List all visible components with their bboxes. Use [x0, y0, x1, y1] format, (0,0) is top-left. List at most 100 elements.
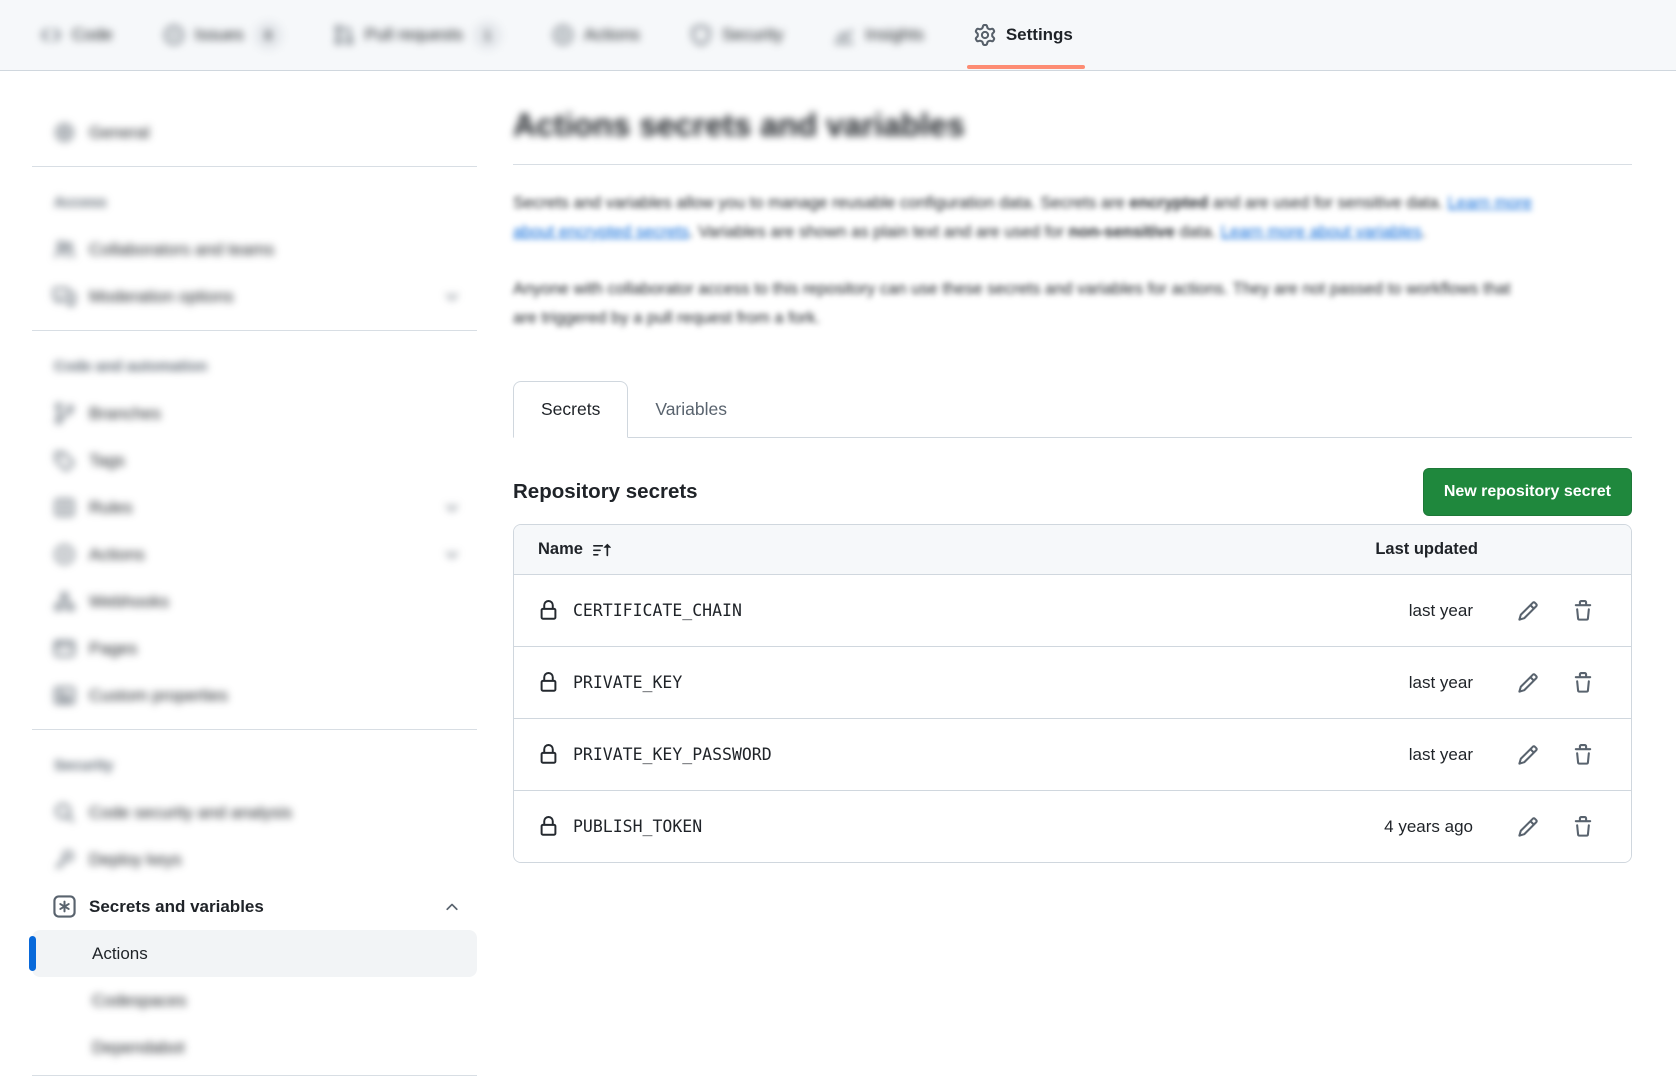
edit-secret-button[interactable] — [1517, 671, 1541, 695]
chevron-up-icon — [443, 898, 461, 916]
sidebar-item-label: Branches — [89, 404, 161, 424]
tab-secrets[interactable]: Secrets — [513, 381, 628, 438]
sidebar-item-deploy-keys[interactable]: Deploy keys — [32, 836, 477, 883]
secret-row: PRIVATE_KEY_PASSWORD last year — [514, 718, 1631, 790]
graph-icon — [833, 24, 855, 46]
secret-name: CERTIFICATE_CHAIN — [573, 601, 1343, 620]
sidebar-item-label: Secrets and variables — [89, 897, 264, 917]
webhook-icon — [53, 590, 76, 613]
tab-pull-requests[interactable]: Pull requests 1 — [333, 0, 502, 70]
description-paragraph-1: Secrets and variables allow you to manag… — [513, 189, 1553, 247]
secret-name: PRIVATE_KEY — [573, 673, 1343, 692]
tab-insights[interactable]: Insights — [833, 0, 924, 70]
issue-opened-icon — [163, 24, 185, 46]
secret-updated: last year — [1343, 673, 1473, 693]
tab-security[interactable]: Security — [690, 0, 783, 70]
secret-updated: 4 years ago — [1343, 817, 1473, 837]
sidebar-item-general[interactable]: General — [32, 109, 477, 156]
sidebar-item-label: Actions — [92, 944, 148, 964]
sidebar-item-actions[interactable]: Actions — [32, 531, 477, 578]
secret-row: PRIVATE_KEY last year — [514, 646, 1631, 718]
sidebar-item-label: Deploy keys — [89, 850, 182, 870]
name-column-sort-header[interactable]: Name — [538, 540, 1375, 559]
lock-icon — [538, 744, 559, 765]
main-content: Actions secrets and variables Secrets an… — [513, 71, 1632, 1086]
sidebar-item-collaborators[interactable]: Collaborators and teams — [32, 226, 477, 273]
tab-label: Actions — [584, 25, 640, 45]
edit-secret-button[interactable] — [1517, 743, 1541, 767]
sidebar-item-pages[interactable]: Pages — [32, 625, 477, 672]
sidebar-item-tags[interactable]: Tags — [32, 437, 477, 484]
sidebar-item-label: Tags — [89, 451, 125, 471]
issues-count-badge: 8 — [254, 21, 283, 50]
description-text: . — [1422, 223, 1427, 241]
delete-secret-button[interactable] — [1572, 743, 1596, 767]
sidebar-divider — [32, 729, 477, 730]
lock-icon — [538, 672, 559, 693]
new-repository-secret-button[interactable]: New repository secret — [1423, 468, 1632, 516]
delete-secret-button[interactable] — [1572, 815, 1596, 839]
gear-icon — [53, 121, 76, 144]
page-title: Actions secrets and variables — [513, 107, 1632, 144]
tab-label: Issues — [195, 25, 244, 45]
people-icon — [53, 238, 76, 261]
sidebar-item-label: Code security and analysis — [89, 803, 292, 823]
secret-name: PRIVATE_KEY_PASSWORD — [573, 745, 1343, 764]
sidebar-subitem-dependabot-secrets[interactable]: Dependabot — [32, 1024, 477, 1071]
edit-secret-button[interactable] — [1517, 815, 1541, 839]
description-text: Secrets and variables allow you to manag… — [513, 194, 1129, 212]
sidebar-item-label: Moderation options — [89, 287, 234, 307]
repo-tab-nav: Code Issues 8 Pull requests 1 Actions Se… — [0, 0, 1676, 71]
sidebar-subitem-actions-secrets[interactable]: Actions — [32, 930, 477, 977]
edit-secret-button[interactable] — [1517, 599, 1541, 623]
tab-actions[interactable]: Actions — [552, 0, 640, 70]
gear-icon — [974, 24, 996, 46]
shield-icon — [690, 24, 712, 46]
sidebar-item-moderation[interactable]: Moderation options — [32, 273, 477, 320]
description-text: data. — [1175, 223, 1221, 241]
pencil-icon — [1517, 744, 1539, 766]
trash-icon — [1572, 672, 1594, 694]
sidebar-item-branches[interactable]: Branches — [32, 390, 477, 437]
selected-indicator-bar — [29, 936, 36, 971]
pencil-icon — [1517, 816, 1539, 838]
sidebar-item-label: Codespaces — [92, 991, 187, 1011]
secrets-table: Name Last updated CERTIFICATE_CHAIN last… — [513, 524, 1632, 863]
secret-name: PUBLISH_TOKEN — [573, 817, 1343, 836]
sidebar-item-rules[interactable]: Rules — [32, 484, 477, 531]
secret-updated: last year — [1343, 745, 1473, 765]
tab-label: Code — [72, 25, 113, 45]
settings-sidebar: General Access Collaborators and teams M… — [32, 71, 477, 1086]
secret-row: PUBLISH_TOKEN 4 years ago — [514, 790, 1631, 862]
secret-row: CERTIFICATE_CHAIN last year — [514, 574, 1631, 646]
codescan-icon — [53, 801, 76, 824]
sidebar-item-custom-properties[interactable]: Custom properties — [32, 672, 477, 719]
sidebar-item-label: Dependabot — [92, 1038, 185, 1058]
delete-secret-button[interactable] — [1572, 671, 1596, 695]
code-icon — [40, 24, 62, 46]
tab-code[interactable]: Code — [40, 0, 113, 70]
repository-secrets-title: Repository secrets — [513, 480, 698, 504]
description-text: and are used for sensitive data. — [1208, 194, 1447, 212]
trash-icon — [1572, 816, 1594, 838]
tab-settings[interactable]: Settings — [974, 0, 1073, 70]
git-pull-request-icon — [333, 24, 355, 46]
comment-discussion-icon — [53, 285, 76, 308]
sidebar-item-secrets-and-variables[interactable]: Secrets and variables — [32, 883, 477, 930]
sidebar-item-code-security[interactable]: Code security and analysis — [32, 789, 477, 836]
note-icon — [53, 684, 76, 707]
sidebar-item-label: Custom properties — [89, 686, 228, 706]
learn-more-variables-link[interactable]: Learn more about variables — [1221, 223, 1422, 241]
tab-issues[interactable]: Issues 8 — [163, 0, 283, 70]
tab-label: Pull requests — [365, 25, 463, 45]
sidebar-subitem-codespaces-secrets[interactable]: Codespaces — [32, 977, 477, 1024]
sidebar-item-webhooks[interactable]: Webhooks — [32, 578, 477, 625]
secrets-table-header: Name Last updated — [514, 525, 1631, 574]
lock-icon — [538, 600, 559, 621]
description-paragraph-2: Anyone with collaborator access to this … — [513, 275, 1523, 333]
pull-requests-count-badge: 1 — [473, 21, 502, 50]
trash-icon — [1572, 744, 1594, 766]
delete-secret-button[interactable] — [1572, 599, 1596, 623]
sidebar-section-access: Access — [32, 179, 477, 226]
tab-variables[interactable]: Variables — [628, 381, 754, 438]
